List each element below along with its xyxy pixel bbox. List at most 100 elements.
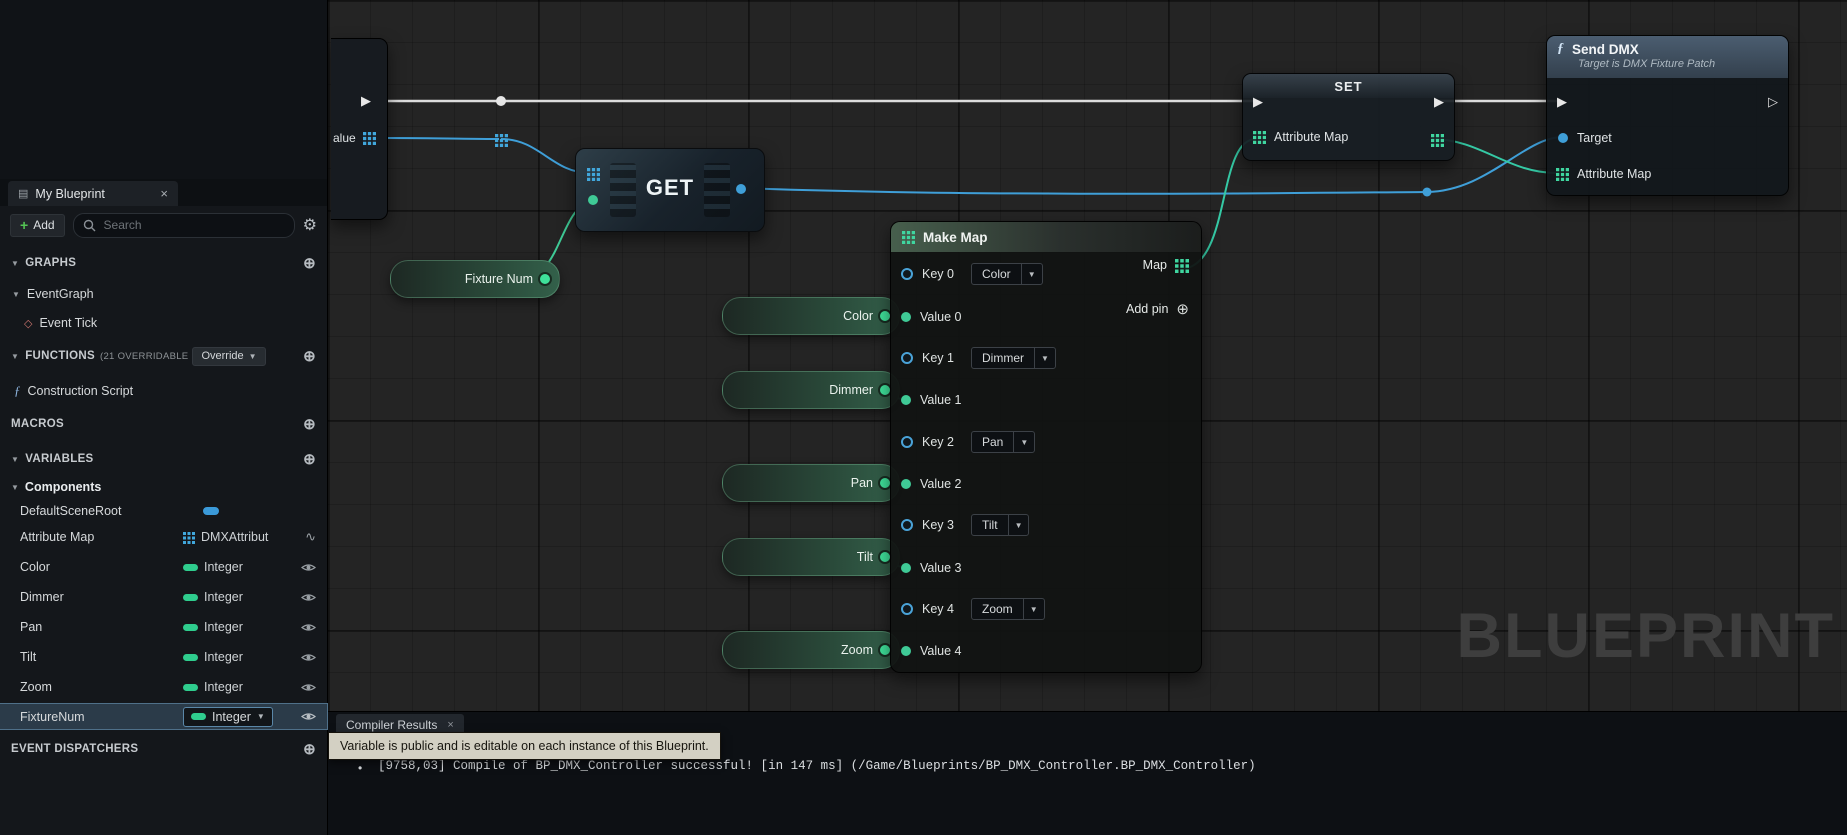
key-4-row: Key 4 Zoom▼ (901, 597, 1045, 621)
variable-row-dimmer[interactable]: Dimmer Integer (0, 586, 327, 608)
send-dmx-node[interactable]: ƒ Send DMX Target is DMX Fixture Patch ▶… (1546, 35, 1789, 196)
variable-row-tilt[interactable]: Tilt Integer (0, 646, 327, 668)
search-input[interactable] (102, 217, 285, 233)
variable-node-color[interactable]: Color (722, 297, 900, 335)
override-dropdown[interactable]: Override ▼ (192, 347, 265, 366)
value-label: Value 2 (920, 477, 961, 491)
tree-item-eventgraph[interactable]: ▼ EventGraph (0, 283, 327, 305)
section-macros[interactable]: MACROS ⊕ (0, 413, 327, 435)
variable-row-zoom[interactable]: Zoom Integer (0, 676, 327, 698)
tab-my-blueprint[interactable]: ▤ My Blueprint × (8, 181, 178, 206)
variable-node-fixture-num[interactable]: Fixture Num (390, 260, 560, 298)
value-pin[interactable] (901, 563, 911, 573)
reroute-struct-icon[interactable] (495, 132, 508, 150)
map-out-pin-icon[interactable] (1431, 132, 1444, 150)
map-in-pin-icon[interactable] (1556, 167, 1569, 181)
tree-item-event-tick[interactable]: ◇ Event Tick (0, 312, 327, 334)
variable-node-tilt[interactable]: Tilt (722, 538, 900, 576)
variable-type[interactable]: Integer (183, 620, 243, 634)
eye-icon[interactable] (301, 592, 316, 603)
construction-script-label: Construction Script (28, 384, 134, 398)
eye-icon[interactable] (301, 622, 316, 633)
variable-type[interactable]: Integer (183, 650, 243, 664)
variable-type[interactable]: Integer (183, 680, 243, 694)
graph-canvas[interactable]: ▶ alue GET Fixture Num Color Dimmer Pan (328, 0, 1847, 835)
array-pin-icon[interactable] (363, 131, 376, 145)
key-2-dropdown[interactable]: Pan▼ (971, 431, 1035, 453)
exec-out-pin[interactable]: ▷ (1768, 95, 1778, 108)
compiler-results-label: Compiler Results (346, 718, 437, 732)
set-node[interactable]: SET ▶ ▶ Attribute Map (1242, 73, 1455, 161)
eye-icon[interactable] (301, 652, 316, 663)
add-button[interactable]: + Add (10, 214, 65, 237)
eye-icon[interactable] (301, 711, 316, 722)
add-function-icon[interactable]: ⊕ (303, 349, 316, 364)
reroute-node-exec[interactable] (496, 96, 506, 106)
variable-node-dimmer[interactable]: Dimmer (722, 371, 900, 409)
get-node[interactable]: GET (575, 148, 765, 232)
value-pin[interactable] (901, 312, 911, 322)
add-variable-icon[interactable]: ⊕ (303, 452, 316, 467)
variable-type[interactable]: Integer (183, 590, 243, 604)
output-pin[interactable] (538, 272, 552, 286)
variable-type-label: Integer (204, 650, 243, 664)
add-pin-row[interactable]: Add pin ⊕ (1126, 300, 1189, 318)
variable-row-attribute-map[interactable]: Attribute Map DMXAttribut ∿ (0, 526, 327, 548)
value-pin[interactable] (901, 479, 911, 489)
element-out-pin[interactable] (736, 184, 746, 194)
map-in-pin-icon[interactable] (1253, 130, 1266, 144)
target-pin[interactable] (1558, 133, 1568, 143)
variable-type[interactable]: DMXAttribut (183, 530, 268, 544)
variable-node-pan[interactable]: Pan (722, 464, 900, 502)
section-variables[interactable]: ▼ VARIABLES ⊕ (0, 448, 327, 470)
close-icon[interactable]: × (160, 186, 168, 201)
variable-node-zoom[interactable]: Zoom (722, 631, 900, 669)
exec-out-pin[interactable]: ▶ (361, 94, 371, 107)
add-graph-icon[interactable]: ⊕ (303, 256, 316, 271)
key-pin[interactable] (901, 352, 913, 364)
exec-in-pin[interactable]: ▶ (1557, 95, 1567, 108)
section-graphs[interactable]: ▼ GRAPHS ⊕ (0, 252, 327, 274)
add-event-dispatcher-icon[interactable]: ⊕ (303, 742, 316, 757)
variable-name: Tilt (20, 650, 183, 664)
tree-item-construction-script[interactable]: ƒ Construction Script (0, 380, 327, 402)
reroute-node-object[interactable] (1423, 188, 1432, 197)
make-map-node[interactable]: Make Map Key 0 Color▼ Value 0 Key 1 Dimm… (890, 221, 1202, 673)
wave-icon[interactable]: ∿ (305, 529, 316, 545)
section-event-dispatchers[interactable]: EVENT DISPATCHERS ⊕ (0, 738, 327, 760)
variable-type[interactable]: Integer (183, 560, 243, 574)
key-0-dropdown[interactable]: Color▼ (971, 263, 1043, 285)
variable-name: Dimmer (20, 590, 183, 604)
add-macro-icon[interactable]: ⊕ (303, 417, 316, 432)
key-3-dropdown[interactable]: Tilt▼ (971, 514, 1029, 536)
key-pin[interactable] (901, 603, 913, 615)
component-row-defaultsceneroot[interactable]: DefaultSceneRoot (0, 500, 327, 522)
blueprint-editor: ▤ My Blueprint × + Add ⚙ ▼ GRAPHS ⊕ ▼ Ev… (0, 0, 1847, 835)
variable-row-color[interactable]: Color Integer (0, 556, 327, 578)
exec-in-pin[interactable]: ▶ (1253, 95, 1263, 108)
index-in-pin[interactable] (588, 195, 598, 205)
search-box[interactable] (73, 213, 295, 238)
key-4-dropdown[interactable]: Zoom▼ (971, 598, 1045, 620)
add-pin-icon[interactable]: ⊕ (1176, 300, 1189, 318)
clipped-node[interactable]: ▶ alue (331, 38, 388, 220)
eye-icon[interactable] (301, 682, 316, 693)
my-blueprint-panel: ▤ My Blueprint × + Add ⚙ ▼ GRAPHS ⊕ ▼ Ev… (0, 0, 328, 835)
category-components[interactable]: ▼ Components (0, 476, 327, 498)
key-1-dropdown[interactable]: Dimmer▼ (971, 347, 1056, 369)
array-in-pin-icon[interactable] (587, 166, 600, 184)
key-pin[interactable] (901, 436, 913, 448)
variable-row-fixturenum[interactable]: FixtureNum Integer ▼ (0, 704, 327, 729)
exec-out-pin[interactable]: ▶ (1434, 95, 1444, 108)
map-output-pin-icon[interactable] (1175, 258, 1189, 273)
close-icon[interactable]: × (447, 719, 453, 731)
value-pin[interactable] (901, 395, 911, 405)
section-functions[interactable]: ▼ FUNCTIONS (21 OVERRIDABLE Override ▼ ⊕ (0, 345, 327, 367)
variable-type-dropdown[interactable]: Integer ▼ (183, 707, 273, 727)
variable-row-pan[interactable]: Pan Integer (0, 616, 327, 638)
key-pin[interactable] (901, 268, 913, 280)
eye-icon[interactable] (301, 562, 316, 573)
key-pin[interactable] (901, 519, 913, 531)
gear-icon[interactable]: ⚙ (303, 215, 317, 235)
value-pin[interactable] (901, 646, 911, 656)
